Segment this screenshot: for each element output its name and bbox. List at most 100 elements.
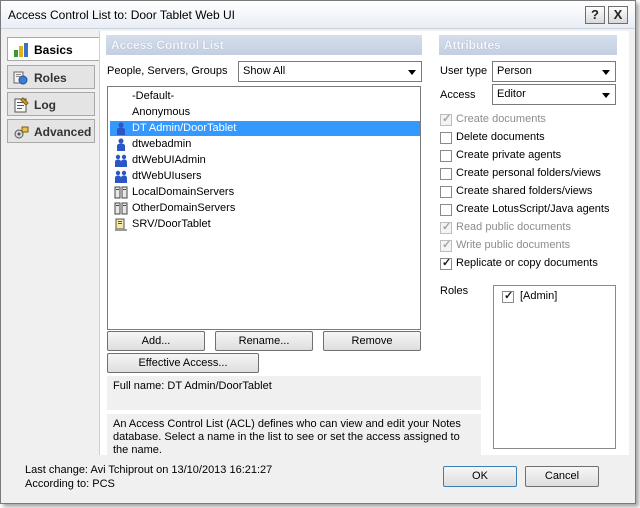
rename-button[interactable]: Rename... <box>215 331 313 351</box>
check-icon: ✓ <box>442 257 452 269</box>
check-icon: ✓ <box>504 290 514 302</box>
entry-name: DT Admin/DoorTablet <box>132 122 237 134</box>
roles-label: Roles <box>440 285 469 297</box>
log-icon <box>14 97 29 113</box>
full-name-box: Full name: DT Admin/DoorTablet <box>107 376 481 410</box>
cancel-button[interactable]: Cancel <box>525 466 599 487</box>
person-icon <box>117 138 125 151</box>
option-label: Create private agents <box>456 149 562 161</box>
nav-label: Log <box>34 98 56 112</box>
nav-item-advanced[interactable]: Advanced <box>7 119 95 143</box>
chevron-down-icon <box>602 70 610 75</box>
entry-name: dtwebadmin <box>132 138 192 150</box>
entry-name: OtherDomainServers <box>132 202 236 214</box>
option-read-public-documents[interactable]: ✓ Read public documents <box>440 220 620 236</box>
entry-name: dtWebUIAdmin <box>132 154 206 166</box>
access-select[interactable]: Editor <box>492 84 616 105</box>
nav-item-roles[interactable]: Roles <box>7 65 95 89</box>
entry-name: -Default- <box>132 90 175 102</box>
entry-name: dtWebUIusers <box>132 170 202 182</box>
checkbox[interactable]: ✓ <box>440 221 452 234</box>
last-change-text: Last change: Avi Tchiprout on 13/10/2013… <box>25 464 273 476</box>
checkbox[interactable]: ✓ <box>502 290 514 303</box>
acl-description: An Access Control List (ACL) defines who… <box>107 414 481 456</box>
acl-entry-list[interactable]: -Default- Anonymous DT Admin/DoorTablet … <box>107 86 421 330</box>
option-label: Write public documents <box>456 239 571 251</box>
option-label: Create personal folders/views <box>456 167 601 179</box>
entry-name: Anonymous <box>132 106 191 118</box>
user-type-select[interactable]: Person <box>492 61 616 82</box>
checkbox[interactable] <box>440 168 452 180</box>
option-replicate-documents[interactable]: ✓ Replicate or copy documents <box>440 256 620 272</box>
option-create-personal-folders[interactable]: Create personal folders/views <box>440 166 620 182</box>
server-group-icon <box>114 186 128 199</box>
option-create-lotusscript-agents[interactable]: Create LotusScript/Java agents <box>440 202 620 218</box>
entry-name: LocalDomainServers <box>132 186 235 198</box>
checkbox[interactable] <box>440 132 452 144</box>
checkbox[interactable] <box>440 150 452 162</box>
user-type-label: User type <box>440 65 488 77</box>
list-item[interactable]: OtherDomainServers <box>110 201 420 216</box>
option-label: Delete documents <box>456 131 545 143</box>
option-label: Replicate or copy documents <box>456 257 598 269</box>
acl-section-header: Access Control List <box>106 35 422 55</box>
list-item[interactable]: DT Admin/DoorTablet <box>110 121 420 136</box>
filter-value: Show All <box>243 65 286 77</box>
nav-item-basics[interactable]: Basics <box>7 37 99 61</box>
user-type-value: Person <box>497 65 532 77</box>
nav-label: Roles <box>34 71 67 85</box>
check-icon: ✓ <box>442 221 452 233</box>
option-label: Create documents <box>456 113 546 125</box>
list-item[interactable]: Anonymous <box>110 105 420 120</box>
access-label: Access <box>440 89 476 101</box>
option-write-public-documents[interactable]: ✓ Write public documents <box>440 238 620 254</box>
effective-access-button[interactable]: Effective Access... <box>107 353 259 373</box>
person-icon <box>117 122 125 135</box>
description-text: An Access Control List (ACL) defines who… <box>113 418 461 456</box>
roles-icon <box>13 71 28 85</box>
filter-select[interactable]: Show All <box>238 61 422 82</box>
option-create-documents[interactable]: ✓ Create documents <box>440 112 620 128</box>
nav-item-log[interactable]: Log <box>7 92 95 116</box>
acl-header-text: Access Control List <box>111 38 224 52</box>
ok-button[interactable]: OK <box>443 466 517 487</box>
close-button[interactable]: X <box>608 6 628 24</box>
checkbox[interactable]: ✓ <box>440 113 452 126</box>
list-item[interactable]: dtWebUIAdmin <box>110 153 420 168</box>
option-create-private-agents[interactable]: Create private agents <box>440 148 620 164</box>
role-label: [Admin] <box>520 290 558 302</box>
remove-button[interactable]: Remove <box>323 331 421 351</box>
checkbox[interactable]: ✓ <box>440 257 452 270</box>
group-icon <box>115 154 127 167</box>
roles-list[interactable]: ✓ [Admin] <box>493 285 616 449</box>
basics-icon <box>14 43 28 57</box>
list-item[interactable]: LocalDomainServers <box>110 185 420 200</box>
according-to-text: According to: PCS <box>25 478 115 490</box>
chevron-down-icon <box>408 70 416 75</box>
filter-label: People, Servers, Groups <box>107 65 228 77</box>
window-title: Access Control List to: Door Tablet Web … <box>8 8 235 22</box>
option-label: Create shared folders/views <box>456 185 593 197</box>
checkbox[interactable] <box>440 186 452 198</box>
list-item[interactable]: dtwebadmin <box>110 137 420 152</box>
option-delete-documents[interactable]: Delete documents <box>440 130 620 146</box>
attributes-section-header: Attributes <box>439 35 617 55</box>
group-icon <box>115 170 127 183</box>
checkbox[interactable] <box>440 204 452 216</box>
list-item[interactable]: dtWebUIusers <box>110 169 420 184</box>
checkbox[interactable]: ✓ <box>440 239 452 252</box>
option-label: Create LotusScript/Java agents <box>456 203 610 215</box>
access-value: Editor <box>497 88 526 100</box>
help-button[interactable]: ? <box>585 6 605 24</box>
role-item-admin[interactable]: ✓ [Admin] <box>502 289 612 305</box>
list-item[interactable]: -Default- <box>110 89 420 104</box>
option-label: Read public documents <box>456 221 571 233</box>
list-item[interactable]: SRV/DoorTablet <box>110 217 420 232</box>
add-button[interactable]: Add... <box>107 331 205 351</box>
check-icon: ✓ <box>442 239 452 251</box>
chevron-down-icon <box>602 93 610 98</box>
title-bar: Access Control List to: Door Tablet Web … <box>1 1 635 29</box>
attributes-header-text: Attributes <box>444 38 501 52</box>
server-icon <box>115 218 127 231</box>
option-create-shared-folders[interactable]: Create shared folders/views <box>440 184 620 200</box>
